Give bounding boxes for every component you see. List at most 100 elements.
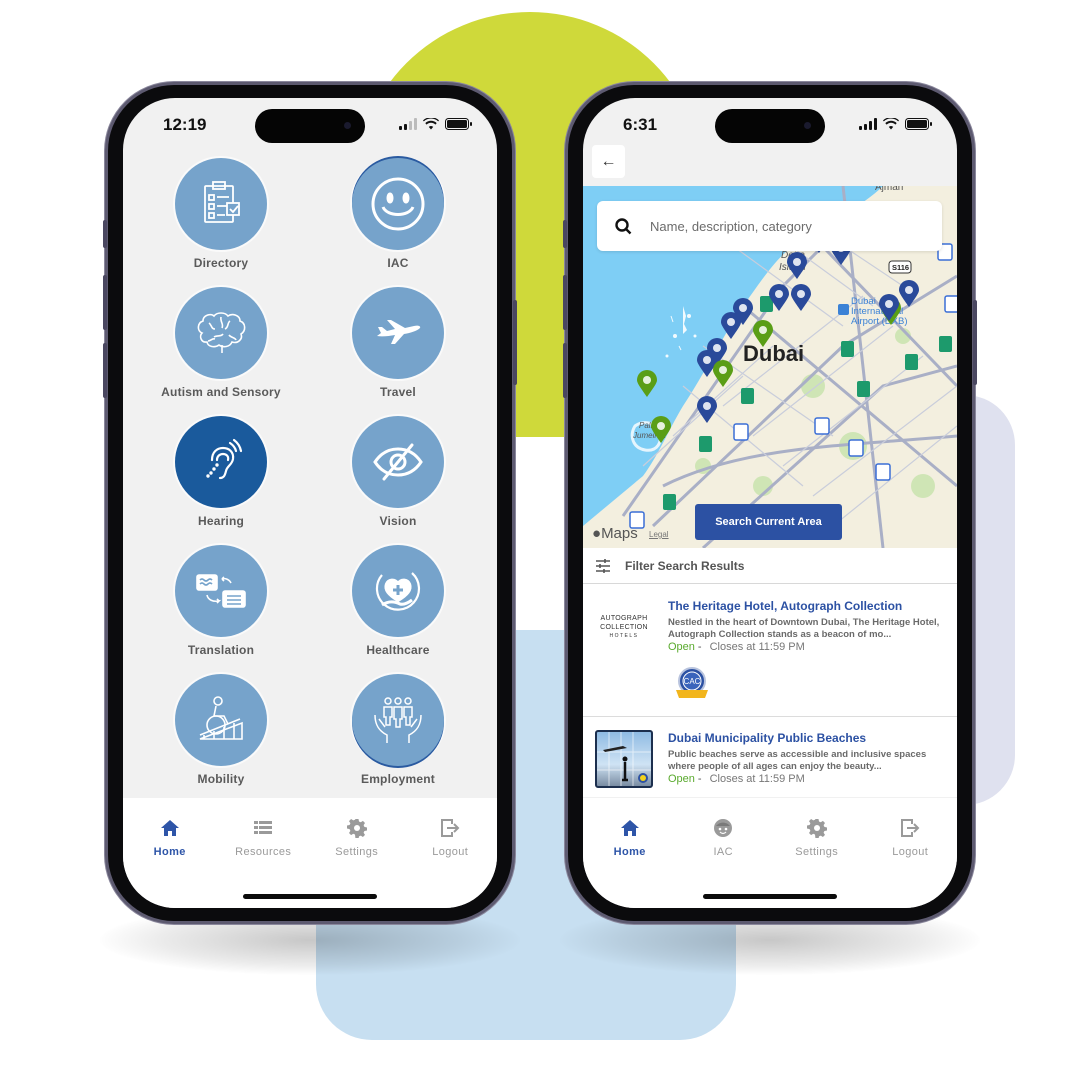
logout-icon	[441, 819, 460, 837]
search-current-area-button[interactable]: Search Current Area	[695, 504, 842, 540]
wheelchair-ramp-icon	[199, 696, 243, 740]
filter-label: Filter Search Results	[625, 558, 745, 573]
tab-label: Settings	[795, 846, 839, 858]
logout-icon	[901, 819, 920, 837]
tab-label: Logout	[892, 846, 929, 858]
map-pin-icon[interactable]	[878, 294, 900, 322]
brain-icon	[197, 312, 246, 353]
phone-right: 6:31 ← Dubai Dubai International Airport…	[563, 85, 977, 921]
phone-left: 12:19 Directory IAC Autism and Sensory T…	[103, 85, 517, 921]
wifi-icon	[423, 118, 439, 130]
map-pin-icon[interactable]	[752, 320, 774, 348]
tab-resources[interactable]: Resources	[223, 816, 303, 858]
tile-iac[interactable]: IAC	[323, 158, 473, 270]
tile-label: IAC	[387, 256, 409, 270]
map-pin-icon[interactable]	[712, 360, 734, 388]
open-status: Open	[668, 773, 695, 785]
tile-label: Directory	[193, 256, 249, 270]
home-indicator[interactable]	[243, 894, 377, 899]
tab-home[interactable]: Home	[130, 816, 210, 858]
tab-label: Resources	[235, 846, 292, 858]
status-time: 6:31	[623, 115, 658, 134]
map-label-ajman: Ajman	[875, 186, 903, 193]
svg-text:S116: S116	[892, 263, 909, 272]
signal-icon	[859, 118, 877, 130]
arrow-left-icon: ←	[600, 152, 617, 170]
map-pin-icon[interactable]	[786, 252, 808, 280]
apple-logo-icon: ●	[592, 525, 602, 542]
tile-label: Healthcare	[366, 643, 430, 657]
map-pin-icon[interactable]	[696, 396, 718, 424]
tile-label: Vision	[379, 514, 417, 528]
tab-logout[interactable]: Logout	[410, 816, 490, 858]
tab-settings[interactable]: Settings	[317, 816, 397, 858]
filter-search-results-button[interactable]: Filter Search Results	[583, 548, 957, 584]
tile-label: Autism and Sensory	[161, 385, 281, 399]
result-description: Public beaches serve as accessible and i…	[668, 749, 927, 772]
power-button	[973, 300, 977, 385]
tab-iac[interactable]: IAC	[683, 816, 763, 858]
tile-directory[interactable]: Directory	[146, 158, 296, 270]
tile-label: Travel	[380, 385, 416, 399]
gear-icon	[806, 819, 827, 838]
list-icon	[254, 821, 273, 834]
maps-legal-link[interactable]: Legal	[649, 530, 669, 539]
home-screen: 12:19 Directory IAC Autism and Sensory T…	[123, 98, 497, 908]
result-item[interactable]: AUTOGRAPH COLLECTION HOTELS The Heritage…	[583, 584, 957, 717]
map-pin-icon[interactable]	[790, 284, 812, 312]
search-input[interactable]	[650, 218, 910, 234]
action-button	[103, 220, 107, 248]
map-pin-icon[interactable]	[636, 370, 658, 398]
search-bar	[597, 201, 942, 251]
result-title[interactable]: Dubai Municipality Public Beaches	[668, 731, 866, 745]
tile-travel[interactable]: Travel	[323, 287, 473, 399]
tab-home[interactable]: Home	[590, 816, 670, 858]
battery-icon	[905, 118, 932, 130]
tab-label: Settings	[335, 846, 379, 858]
tile-label: Hearing	[197, 514, 245, 528]
tile-vision[interactable]: Vision	[323, 416, 473, 528]
dynamic-island	[255, 109, 365, 143]
tile-translation[interactable]: Translation	[146, 545, 296, 657]
battery-icon	[445, 118, 472, 130]
tile-healthcare[interactable]: Healthcare	[323, 545, 473, 657]
wifi-icon	[883, 118, 899, 130]
apple-maps-attribution: ●Maps	[592, 525, 638, 542]
result-title[interactable]: The Heritage Hotel, Autograph Collection	[668, 599, 902, 613]
result-hours: Open - Closes at 11:59 PM	[668, 641, 805, 653]
result-item[interactable]: Dubai Municipality Public Beaches Public…	[583, 717, 957, 797]
map-search-screen: 6:31 ← Dubai Dubai International Airport…	[583, 98, 957, 908]
map-pin-icon[interactable]	[768, 284, 790, 312]
tab-label: Logout	[432, 846, 469, 858]
map-pin-icon[interactable]	[720, 312, 742, 340]
translation-cards-icon	[196, 574, 246, 608]
search-icon	[615, 217, 632, 234]
home-indicator[interactable]	[703, 894, 837, 899]
cac-certification-badge: CAC	[674, 666, 710, 702]
tile-autism-and-sensory[interactable]: Autism and Sensory	[146, 287, 296, 399]
hotel-logo: AUTOGRAPH COLLECTION HOTELS	[600, 615, 648, 639]
beach-thumbnail	[595, 730, 653, 788]
clipboard-checklist-icon	[204, 181, 240, 223]
gear-icon	[346, 819, 367, 838]
tab-settings[interactable]: Settings	[777, 816, 857, 858]
tab-label: Home	[613, 846, 646, 858]
tab-bar: Home Resources Settings Logout	[123, 798, 497, 908]
volume-down-button	[103, 343, 107, 398]
tile-hearing[interactable]: Hearing	[146, 416, 296, 528]
tile-employment[interactable]: Employment	[323, 674, 473, 786]
power-button	[513, 300, 517, 385]
result-description: Nestled in the heart of Downtown Dubai, …	[668, 617, 940, 640]
tab-label: IAC	[713, 846, 734, 858]
home-icon	[160, 820, 179, 836]
result-hours: Open - Closes at 11:59 PM	[668, 773, 805, 785]
tile-mobility[interactable]: Mobility	[146, 674, 296, 786]
map-pin-icon[interactable]	[650, 416, 672, 444]
airplane-icon	[377, 320, 421, 344]
tile-label: Mobility	[197, 772, 245, 786]
volume-down-button	[563, 343, 567, 398]
tab-logout[interactable]: Logout	[870, 816, 950, 858]
tile-label: Employment	[360, 772, 435, 786]
tab-label: Home	[153, 846, 186, 858]
dynamic-island	[715, 109, 825, 143]
